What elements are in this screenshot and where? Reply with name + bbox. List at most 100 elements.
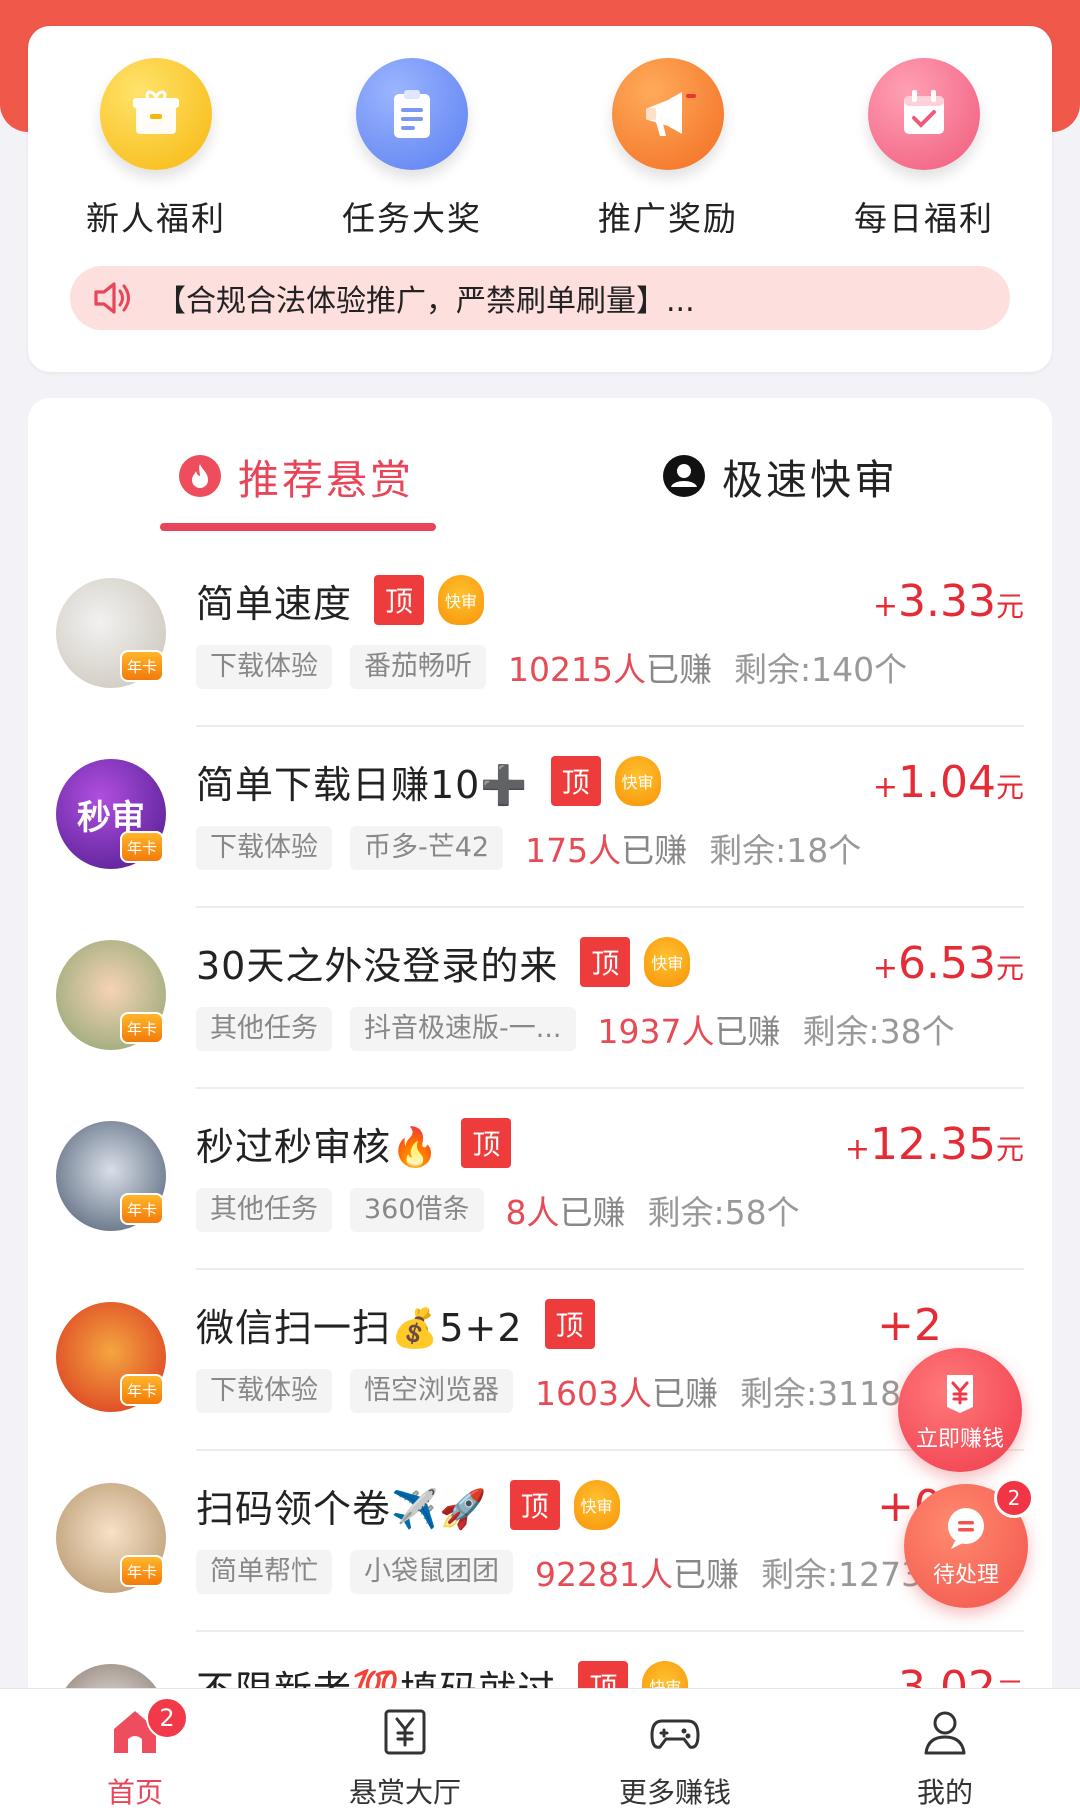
- task-category-tag: 下载体验: [196, 645, 332, 689]
- nav-reward-hall[interactable]: 悬赏大厅: [270, 1689, 540, 1818]
- earned-number: 1603人: [535, 1374, 652, 1413]
- fast-review-badge: 快审: [614, 756, 661, 806]
- task-app-tag: 番茄畅听: [350, 645, 486, 689]
- pending-count-badge: 2: [994, 1478, 1034, 1518]
- pending-button[interactable]: 待处理 2: [904, 1478, 1034, 1608]
- task-row[interactable]: 年卡 微信扫一扫💰5+2 顶 +2 下载体验 悟空浏览器 1603人已赚 剩余:…: [28, 1270, 1052, 1451]
- earned-suffix: 已赚: [645, 650, 712, 689]
- quick-action-daily-benefit[interactable]: 每日福利: [796, 58, 1052, 268]
- task-title-row: 30天之外没登录的来 顶 快审: [196, 936, 691, 988]
- speaker-icon: [94, 282, 130, 314]
- task-title-row: 简单速度 顶 快审: [196, 574, 485, 626]
- earned-count: 175人已赚: [525, 824, 687, 872]
- reward-value: 3.33: [898, 576, 996, 627]
- task-category-tag: 简单帮忙: [196, 1550, 332, 1594]
- earned-suffix: 已赚: [651, 1374, 718, 1413]
- reward-sign: +: [872, 951, 899, 986]
- earned-count: 10215人已赚: [508, 643, 712, 691]
- annual-card-badge: 年卡: [120, 1193, 164, 1225]
- active-tab-indicator: [160, 523, 436, 531]
- earned-count: 1937人已赚: [598, 1005, 781, 1053]
- flame-icon: [179, 455, 221, 497]
- chat-bubble-icon: [948, 1508, 984, 1549]
- task-title-row: 简单下载日赚10➕ 顶 快审: [196, 755, 661, 807]
- reward-value: 6.53: [898, 938, 996, 989]
- earn-now-label: 立即赚钱: [915, 1427, 1004, 1452]
- earned-number: 1937人: [597, 1012, 715, 1051]
- nav-profile[interactable]: 我的: [810, 1689, 1080, 1818]
- quick-action-new-user-benefit[interactable]: 新人福利: [28, 58, 284, 268]
- annual-card-badge: 年卡: [120, 1374, 164, 1406]
- earned-suffix: 已赚: [559, 1193, 626, 1232]
- pinned-badge: 顶: [550, 756, 601, 806]
- pinned-badge: 顶: [509, 1480, 560, 1530]
- tab-fast-review[interactable]: 极速快审: [662, 446, 898, 506]
- task-title-row: 扫码领个卷✈️🚀 顶 快审: [196, 1479, 620, 1531]
- reward-sign: +: [872, 589, 899, 624]
- task-meta: 下载体验 币多-芒42 175人已赚 剩余:18个: [196, 825, 861, 871]
- earned-number: 92281人: [535, 1555, 673, 1594]
- annual-card-badge: 年卡: [120, 831, 164, 863]
- annual-card-badge: 年卡: [120, 1012, 164, 1044]
- quick-action-task-prize[interactable]: 任务大奖: [284, 58, 540, 268]
- notice-text: 【合规合法体验推广，严禁刷单刷量】...: [156, 284, 695, 319]
- task-category-tag: 下载体验: [196, 826, 332, 870]
- reward-sign: +: [872, 770, 899, 805]
- yen-bag-icon: [947, 1375, 973, 1413]
- task-category-tag: 下载体验: [196, 1369, 332, 1413]
- reward-unit: 元: [995, 1133, 1024, 1166]
- earn-now-button[interactable]: 立即赚钱: [898, 1348, 1022, 1472]
- nav-label: 更多赚钱: [618, 1776, 731, 1809]
- reward-amount: +2: [877, 1300, 942, 1351]
- calendar-check-icon: [868, 58, 980, 170]
- nav-more-earnings[interactable]: 更多赚钱: [540, 1689, 810, 1818]
- remaining-count: 剩余:140个: [733, 650, 908, 689]
- task-list-card: 推荐悬赏 极速快审 年卡 简单速度 顶 快审 +3.33元 下载体验 番茄畅听 …: [28, 398, 1052, 1718]
- pinned-badge: 顶: [544, 1299, 595, 1349]
- earned-number: 8人: [505, 1193, 560, 1232]
- quick-action-label: 新人福利: [86, 199, 226, 238]
- task-category-tag: 其他任务: [196, 1007, 332, 1051]
- tab-recommended-rewards[interactable]: 推荐悬赏: [178, 446, 414, 506]
- task-meta: 下载体验 番茄畅听 10215人已赚 剩余:140个: [196, 644, 907, 690]
- remaining-count: 剩余:38个: [802, 1012, 955, 1051]
- reward-value: 12.35: [870, 1119, 996, 1170]
- task-meta: 其他任务 360借条 8人已赚 剩余:58个: [196, 1187, 800, 1233]
- task-title-row: 微信扫一扫💰5+2 顶: [196, 1298, 595, 1350]
- nav-home[interactable]: 首页 2: [0, 1689, 270, 1818]
- remaining-count: 剩余:18个: [709, 831, 862, 870]
- quick-action-promotion-reward[interactable]: 推广奖励: [540, 58, 796, 268]
- task-row[interactable]: 年卡 秒过秒审核🔥 顶 +12.35元 其他任务 360借条 8人已赚 剩余:5…: [28, 1089, 1052, 1270]
- tab-label: 极速快审: [722, 456, 898, 504]
- nav-label: 悬赏大厅: [348, 1776, 461, 1809]
- notice-bar[interactable]: 【合规合法体验推广，严禁刷单刷量】...: [70, 266, 1010, 330]
- clipboard-icon: [356, 58, 468, 170]
- pending-label: 待处理: [932, 1563, 999, 1588]
- annual-card-badge: 年卡: [120, 1555, 164, 1587]
- earned-number: 175人: [525, 831, 622, 870]
- quick-actions-grid: 新人福利 任务大奖 推广奖励 每日福利: [28, 58, 1052, 268]
- earned-suffix: 已赚: [672, 1555, 739, 1594]
- quick-action-label: 任务大奖: [342, 199, 482, 238]
- task-app-tag: 悟空浏览器: [350, 1369, 513, 1413]
- quick-action-label: 推广奖励: [598, 199, 738, 238]
- reward-amount: +12.35元: [845, 1119, 1024, 1170]
- earned-suffix: 已赚: [621, 831, 688, 870]
- gamepad-icon: [650, 1719, 700, 1749]
- task-row[interactable]: 年卡 30天之外没登录的来 顶 快审 +6.53元 其他任务 抖音极速版-一..…: [28, 908, 1052, 1089]
- task-app-tag: 小袋鼠团团: [350, 1550, 513, 1594]
- task-row[interactable]: 年卡 扫码领个卷✈️🚀 顶 快审 +0 简单帮忙 小袋鼠团团 92281人已赚 …: [28, 1451, 1052, 1632]
- remaining-count: 剩余:1273: [760, 1555, 923, 1594]
- reward-unit: 元: [995, 590, 1024, 623]
- earned-count: 92281人已赚: [535, 1548, 739, 1596]
- user-icon: [924, 1711, 966, 1755]
- fast-review-badge: 快审: [438, 575, 485, 625]
- pinned-badge: 顶: [374, 575, 425, 625]
- nav-label: 我的: [916, 1776, 973, 1809]
- task-row[interactable]: 年卡 简单速度 顶 快审 +3.33元 下载体验 番茄畅听 10215人已赚 剩…: [28, 546, 1052, 727]
- task-title: 30天之外没登录的来: [196, 943, 559, 988]
- task-row[interactable]: 秒审 年卡 简单下载日赚10➕ 顶 快审 +1.04元 下载体验 币多-芒42 …: [28, 727, 1052, 908]
- reward-amount: +1.04元: [873, 757, 1024, 808]
- task-app-tag: 抖音极速版-一...: [350, 1007, 576, 1051]
- reward-amount: +3.33元: [873, 576, 1024, 627]
